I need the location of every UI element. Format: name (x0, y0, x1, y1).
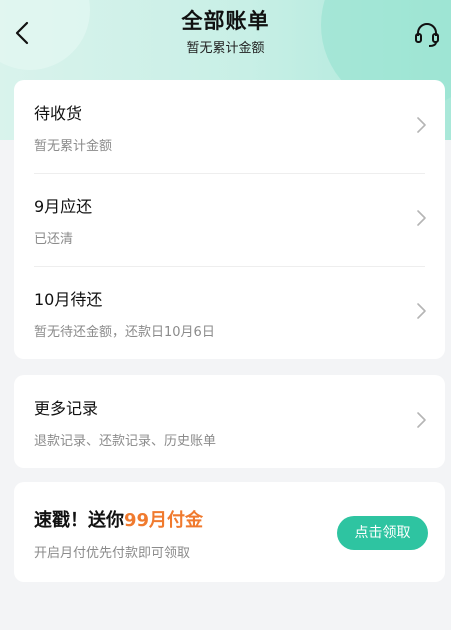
bill-row-subtitle: 暂无待还金额，还款日10月6日 (34, 325, 215, 340)
chevron-right-icon (417, 412, 426, 428)
bill-row-title: 待收货 (34, 104, 83, 123)
bill-row-subtitle: 已还清 (34, 232, 74, 247)
promo-title-prefix: 速戳！送你 (34, 510, 124, 531)
chevron-right-icon (417, 210, 426, 226)
promo-title-highlight: 99月付金 (124, 510, 204, 531)
chevron-right-icon (417, 303, 426, 319)
bill-row-pending-receipt[interactable]: 待收货 暂无累计金额 (14, 80, 445, 173)
bill-row-title: 9月应还 (34, 197, 93, 216)
bill-screen: 全部账单 暂无累计金额 待收货 暂无累计金额 9月应还 已还清 10月待还 暂无… (0, 0, 451, 630)
bill-row-title: 10月待还 (34, 290, 103, 309)
bills-card: 待收货 暂无累计金额 9月应还 已还清 10月待还 暂无待还金额，还款日10月6… (14, 80, 445, 359)
more-records-subtitle: 退款记录、还款记录、历史账单 (34, 434, 217, 449)
bill-row-october[interactable]: 10月待还 暂无待还金额，还款日10月6日 (14, 266, 445, 359)
customer-service-button[interactable] (413, 20, 441, 48)
headset-icon (415, 23, 439, 47)
more-records-title: 更多记录 (34, 399, 99, 418)
page-subtitle: 暂无累计金额 (186, 41, 265, 56)
bill-row-september[interactable]: 9月应还 已还清 (14, 173, 445, 266)
chevron-right-icon (417, 117, 426, 133)
more-records-row[interactable]: 更多记录 退款记录、还款记录、历史账单 (14, 375, 445, 468)
more-records-card[interactable]: 更多记录 退款记录、还款记录、历史账单 (14, 375, 445, 468)
bill-row-subtitle: 暂无累计金额 (34, 139, 113, 154)
claim-button[interactable]: 点击领取 (337, 516, 428, 550)
page-title: 全部账单 (181, 9, 270, 33)
promo-card: 速戳！送你99月付金 开启月付优先付款即可领取 点击领取 (14, 482, 445, 582)
promo-content: 速戳！送你99月付金 开启月付优先付款即可领取 点击领取 (14, 482, 445, 582)
